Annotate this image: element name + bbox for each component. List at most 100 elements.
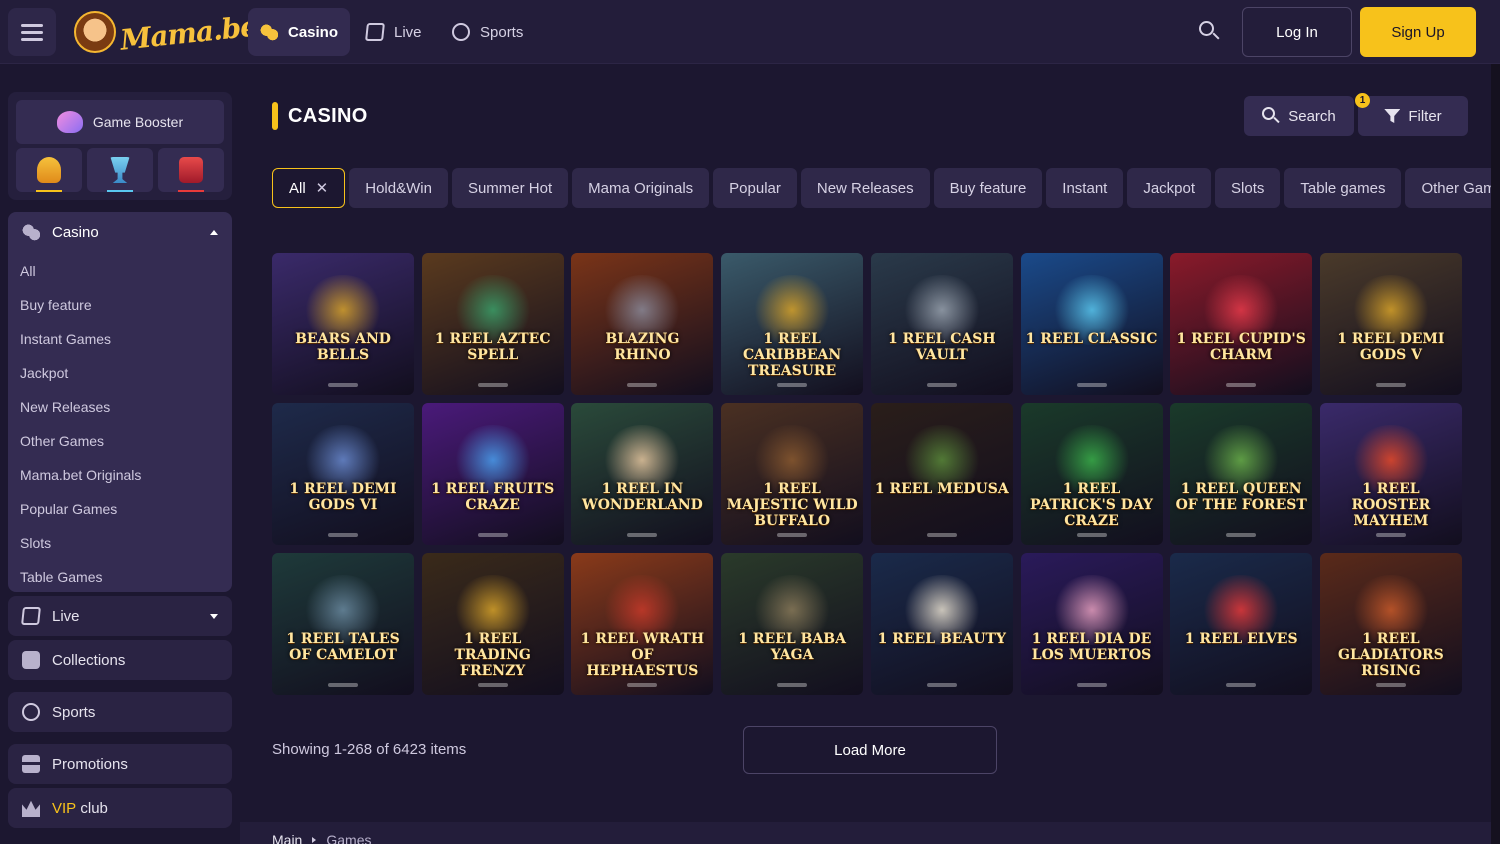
nav-tab-casino[interactable]: Casino (248, 8, 351, 56)
breadcrumb-main-link[interactable]: Main (272, 832, 302, 844)
sidebar-item-sports[interactable]: Sports (8, 692, 232, 732)
game-tile[interactable]: 1 Reel Elves (1170, 553, 1313, 695)
search-button-label: Search (1288, 107, 1336, 125)
sidebar-item-live[interactable]: Live (8, 596, 232, 636)
game-tile[interactable]: 1 Reel Medusa (870, 403, 1013, 545)
game-tile[interactable]: 1 Reel Aztec Spell (421, 253, 564, 395)
chip-holdwin[interactable]: Hold&Win (349, 168, 448, 208)
sidebar-item-promotions[interactable]: Promotions (8, 744, 232, 784)
sidebar-item-new-releases[interactable]: New Releases (20, 390, 110, 424)
slot-machine-icon (179, 157, 203, 183)
nav-tab-sports[interactable]: Sports (440, 8, 535, 56)
game-tile[interactable]: 1 Reel Caribbean Treasure (721, 253, 864, 395)
funnel-icon (1384, 109, 1401, 123)
provider-logo (871, 533, 1013, 537)
site-logo[interactable]: Mama.bet (74, 8, 270, 56)
game-title: 1 Reel Cash Vault (887, 331, 996, 363)
games-search-button[interactable]: Search (1244, 96, 1354, 136)
sidebar-item-buy-feature[interactable]: Buy feature (20, 288, 92, 322)
sidebar-item-other-games[interactable]: Other Games (20, 424, 104, 458)
casino-section-toggle[interactable]: Casino (8, 212, 232, 252)
filter-count-badge: 1 (1355, 93, 1370, 108)
chip-table-games[interactable]: Table games (1284, 168, 1402, 208)
game-tile[interactable]: 1 Reel Rooster Mayhem (1319, 403, 1462, 545)
provider-logo (1170, 683, 1312, 687)
sidebar-item-slots[interactable]: Slots (20, 526, 51, 560)
sidebar-item-table-games[interactable]: Table Games (20, 560, 102, 592)
provider-logo (571, 683, 713, 687)
sidebar-item-vip-club[interactable]: VIP club (8, 788, 232, 828)
casino-section-label: Casino (52, 223, 99, 241)
game-tile[interactable]: 1 Reel Trading Frenzy (421, 553, 564, 695)
chip-popular[interactable]: Popular (713, 168, 797, 208)
page-title: CASINO (288, 105, 368, 127)
game-tile[interactable]: 1 Reel Dia de los Muertos (1020, 553, 1163, 695)
game-tile[interactable]: 1 Reel Classic (1020, 253, 1163, 395)
chip-buy-feature[interactable]: Buy feature (933, 168, 1043, 208)
game-tile[interactable]: 1 Reel Queen of the Forest (1170, 403, 1313, 545)
provider-logo (721, 383, 863, 387)
nav-tab-live[interactable]: Live (354, 8, 434, 56)
game-tile[interactable]: 1 Reel Majestic Wild Buffalo (721, 403, 864, 545)
chip-new-releases[interactable]: New Releases (800, 168, 930, 208)
game-title: 1 Reel Medusa (874, 481, 1009, 497)
provider-logo (1021, 383, 1163, 387)
provider-logo (721, 533, 863, 537)
game-tile[interactable]: 1 Reel Wrath of Hephaestus (571, 553, 714, 695)
load-more-button[interactable]: Load More (743, 726, 997, 774)
game-title: 1 Reel Patrick's Day Craze (1029, 481, 1154, 529)
sidebar-item-instant-games[interactable]: Instant Games (20, 322, 111, 356)
game-title: 1 Reel Dia de los Muertos (1031, 631, 1152, 663)
chip-summer-hot[interactable]: Summer Hot (451, 168, 569, 208)
sidebar-item-jackpot[interactable]: Jackpot (20, 356, 68, 390)
page-scrollbar[interactable] (1491, 64, 1500, 844)
chip-slots[interactable]: Slots (1215, 168, 1281, 208)
close-icon[interactable]: ✕ (316, 179, 329, 197)
casino-chips-icon (260, 23, 278, 41)
provider-logo (1021, 683, 1163, 687)
provider-logo (571, 533, 713, 537)
game-tile[interactable]: 1 Reel Patrick's Day Craze (1020, 403, 1163, 545)
game-tile[interactable]: 1 Reel Tales of Camelot (272, 553, 414, 695)
login-button[interactable]: Log In (1242, 7, 1352, 57)
casino-chips-icon (22, 223, 40, 241)
filter-button[interactable]: Filter (1358, 96, 1468, 136)
game-title: 1 Reel In Wonderland (581, 481, 703, 513)
chip-mama-originals[interactable]: Mama Originals (572, 168, 710, 208)
game-tile[interactable]: 1 Reel Demi Gods V (1319, 253, 1462, 395)
chip-other-games[interactable]: Other Games (1405, 168, 1491, 208)
game-title: 1 Reel Cupid's Charm (1176, 331, 1306, 363)
sidebar-item-collections[interactable]: Collections (8, 640, 232, 680)
booster-cap-icon (56, 111, 83, 133)
game-tile[interactable]: 1 Reel Gladiators Rising (1319, 553, 1462, 695)
nav-tab-label: Casino (288, 23, 339, 41)
signup-button[interactable]: Sign Up (1360, 7, 1476, 57)
game-tile[interactable]: 1 Reel Cupid's Charm (1170, 253, 1313, 395)
provider-logo (1320, 533, 1462, 537)
chip-label: All (289, 179, 306, 197)
trophy-shortcut-button[interactable] (87, 148, 153, 192)
menu-button[interactable] (8, 8, 56, 56)
game-tile[interactable]: Bears and Bells (272, 253, 414, 395)
sidebar-item-popular-games[interactable]: Popular Games (20, 492, 117, 526)
game-tile[interactable]: 1 Reel Beauty (870, 553, 1013, 695)
sidebar-item-mama-originals[interactable]: Mama.bet Originals (20, 458, 141, 492)
game-title: Blazing Rhino (605, 331, 680, 363)
game-tile[interactable]: 1 Reel Baba Yaga (721, 553, 864, 695)
game-tile[interactable]: 1 Reel Demi Gods VI (272, 403, 414, 545)
sidebar-item-all[interactable]: All (20, 254, 36, 288)
game-title: 1 Reel Caribbean Treasure (743, 331, 842, 379)
game-tile[interactable]: Blazing Rhino (571, 253, 714, 395)
game-booster-button[interactable]: Game Booster (16, 100, 224, 144)
game-tile[interactable]: 1 Reel Cash Vault (870, 253, 1013, 395)
chip-instant[interactable]: Instant (1046, 168, 1124, 208)
chip-all[interactable]: All ✕ (272, 168, 346, 208)
game-title: 1 Reel Elves (1184, 631, 1298, 647)
game-tile[interactable]: 1 Reel In Wonderland (571, 403, 714, 545)
search-icon[interactable] (1199, 21, 1221, 43)
game-title: 1 Reel Beauty (877, 631, 1006, 647)
chip-jackpot[interactable]: Jackpot (1127, 168, 1212, 208)
slot-shortcut-button[interactable] (158, 148, 224, 192)
game-tile[interactable]: 1 Reel Fruits Craze (421, 403, 564, 545)
coins-shortcut-button[interactable] (16, 148, 82, 192)
